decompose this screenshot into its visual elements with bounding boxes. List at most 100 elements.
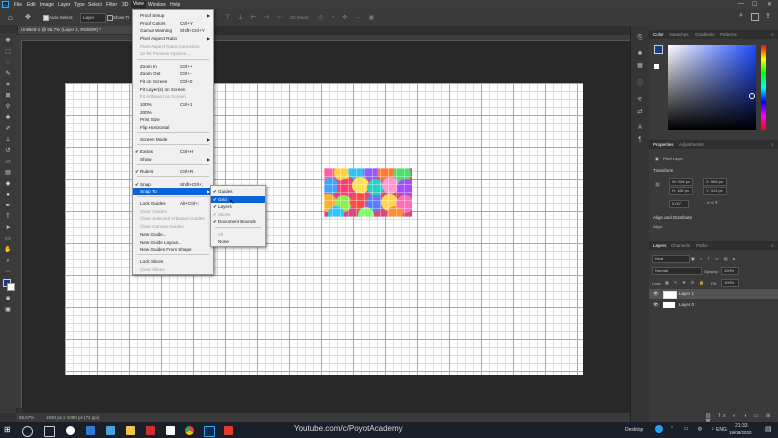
history-brush-icon[interactable]: ↺ (4, 147, 12, 155)
adjust-icon[interactable]: ⚟ (636, 96, 644, 104)
character-icon[interactable]: A (636, 124, 644, 132)
panel-menu-icon[interactable]: ≡ (771, 142, 774, 147)
clone-stamp-icon[interactable]: ⊥ (4, 136, 12, 144)
layer-filter-icons[interactable]: ▣ ◐ T ▭ ▤ ● (691, 256, 737, 261)
dropbox-icon[interactable] (86, 426, 95, 435)
view-menu-item[interactable]: ✔ Extras Ctrl+H (133, 148, 213, 155)
menu-filter[interactable]: Filter (106, 2, 117, 8)
more-tools-icon[interactable]: ⋯ (4, 268, 12, 276)
view-menu-item[interactable]: Show ▶ (133, 156, 213, 163)
snap-to-item[interactable]: ✔ Grid (211, 196, 265, 203)
view-menu-item[interactable]: Flip Horizontal (133, 124, 213, 131)
menu-view[interactable]: View (131, 1, 146, 8)
brush-icon[interactable]: ✐ (4, 125, 12, 133)
chrome-icon[interactable] (185, 426, 194, 435)
healing-brush-icon[interactable]: ✚ (4, 114, 12, 122)
shape-icon[interactable]: ▭ (4, 235, 12, 243)
view-menu-item[interactable]: New Guide Layout... (133, 239, 213, 246)
move-icon[interactable]: ✥ (4, 37, 12, 45)
view-menu-item[interactable]: 100% Ctrl+1 (133, 101, 213, 108)
system-tray-icons[interactable]: ⌃ ▭ ◍ ♪ (670, 426, 718, 432)
search-icon[interactable] (22, 426, 33, 437)
quick-mask-icon[interactable]: ◙ (4, 295, 12, 303)
eraser-icon[interactable]: ▱ (4, 158, 12, 166)
layer-row-0[interactable]: 👁 Layer 0 (649, 300, 778, 310)
angle-field[interactable]: 0.00° (669, 200, 689, 208)
dodge-icon[interactable]: ● (4, 191, 12, 199)
app-icon-circle[interactable] (66, 426, 75, 435)
view-menu-item[interactable]: ✔ Snap Shift+Ctrl+; (133, 181, 213, 188)
tab-layers[interactable]: Layers (653, 243, 667, 248)
balloons-image-layer[interactable] (324, 168, 412, 217)
view-menu-item[interactable]: Snap To ▶ (133, 188, 213, 195)
move-tool-icon[interactable]: ✥ (25, 13, 31, 21)
layer-filter-dropdown[interactable]: Kind (652, 255, 690, 263)
width-field[interactable]: W: 206 px (669, 178, 693, 186)
edge-icon[interactable] (106, 426, 115, 435)
view-menu-item[interactable]: ✔ Rulers Ctrl+R (133, 168, 213, 175)
windows-start-icon[interactable]: ⊞ (4, 425, 11, 434)
menu-3d[interactable]: 3D (122, 2, 128, 8)
3d-tools-icons[interactable]: ◎ ◔ ✥ ⇔ ▣ (318, 14, 377, 21)
snap-to-item[interactable]: ✔ Layers (211, 203, 265, 210)
tab-paths[interactable]: Paths (696, 243, 708, 248)
eye-icon[interactable]: 👁 (653, 300, 659, 310)
tab-color[interactable]: Color (653, 32, 664, 37)
path-select-icon[interactable]: ➤ (4, 224, 12, 232)
maximize-button[interactable]: ☐ (752, 1, 757, 8)
desktop-toolbar[interactable]: Desktop (625, 427, 643, 433)
blend-mode-dropdown[interactable]: Normal (652, 267, 702, 275)
type-icon[interactable]: T (4, 213, 12, 221)
tab-gradients[interactable]: Gradients (695, 32, 715, 37)
color-foreground-swatch[interactable] (654, 45, 663, 54)
menu-edit[interactable]: Edit (27, 2, 36, 8)
tab-patterns[interactable]: Patterns (720, 32, 737, 37)
eyedropper-icon[interactable]: ⚲ (4, 103, 12, 111)
pen-icon[interactable]: ✒ (4, 202, 12, 210)
color-cursor[interactable] (749, 93, 755, 99)
menu-window[interactable]: Window (148, 2, 166, 8)
frame-icon[interactable]: ⊠ (4, 92, 12, 100)
y-field[interactable]: Y: 313 px (703, 187, 727, 195)
view-menu-item[interactable]: Zoom Out Ctrl+- (133, 70, 213, 77)
minimize-button[interactable]: — (738, 1, 744, 7)
app-icon-white[interactable] (166, 426, 175, 435)
view-menu-item[interactable]: New Guide... (133, 231, 213, 238)
view-menu-item[interactable]: Lock Guides Alt+Ctrl+; (133, 200, 213, 207)
layer-name[interactable]: Layer 0 (679, 300, 694, 310)
file-explorer-icon[interactable] (126, 426, 135, 435)
input-language[interactable]: ENG (716, 427, 727, 433)
workspace-icon[interactable] (751, 13, 759, 21)
panel-menu-icon[interactable]: ≡ (771, 243, 774, 248)
snap-to-item[interactable]: ✔ Guides (211, 188, 265, 195)
lasso-icon[interactable]: ◌ (4, 59, 12, 67)
app-tray-icon[interactable] (655, 425, 663, 433)
view-menu-item[interactable]: Pixel Aspect Ratio ▶ (133, 35, 213, 42)
menu-help[interactable]: Help (170, 2, 180, 8)
hand-icon[interactable]: ✋ (4, 246, 12, 254)
snap-to-item[interactable]: ✔ Document Bounds (211, 218, 265, 225)
clock-date[interactable]: 19/09/2020 (729, 430, 752, 435)
clock-time[interactable]: 21:33 (735, 423, 748, 429)
view-menu-item[interactable]: 200% (133, 109, 213, 116)
opacity-field[interactable]: 100% (721, 267, 739, 275)
paths-icon[interactable]: ⇄ (636, 108, 644, 116)
view-menu-item[interactable]: Lock Slices (133, 258, 213, 265)
layer-row-1[interactable]: 👁 Layer 1 (649, 289, 778, 299)
marquee-icon[interactable]: ⬚ (4, 48, 12, 56)
view-menu-item[interactable]: Zoom In Ctrl++ (133, 63, 213, 70)
flip-icons[interactable]: ⊳⊲ ⊽ (707, 200, 718, 205)
panel-menu-icon[interactable]: ≡ (771, 32, 774, 37)
zoom-level[interactable]: 66.67% (19, 413, 34, 422)
view-menu-item[interactable]: Screen Mode ▶ (133, 136, 213, 143)
menu-file[interactable]: File (14, 2, 22, 8)
app-icon-adobe[interactable] (224, 426, 233, 435)
photoshop-logo-icon[interactable]: Ps (2, 1, 9, 8)
color-picker-mode-icon[interactable] (654, 64, 659, 69)
crop-icon[interactable]: ⌗ (4, 81, 12, 89)
gradient-icon[interactable]: ▤ (4, 169, 12, 177)
task-view-icon[interactable] (44, 426, 55, 437)
menu-image[interactable]: Image (40, 2, 54, 8)
align-icons[interactable]: ⊤ ⊥ ⊢ ⊣ ⋯ (225, 14, 286, 21)
blur-icon[interactable]: ◆ (4, 180, 12, 188)
